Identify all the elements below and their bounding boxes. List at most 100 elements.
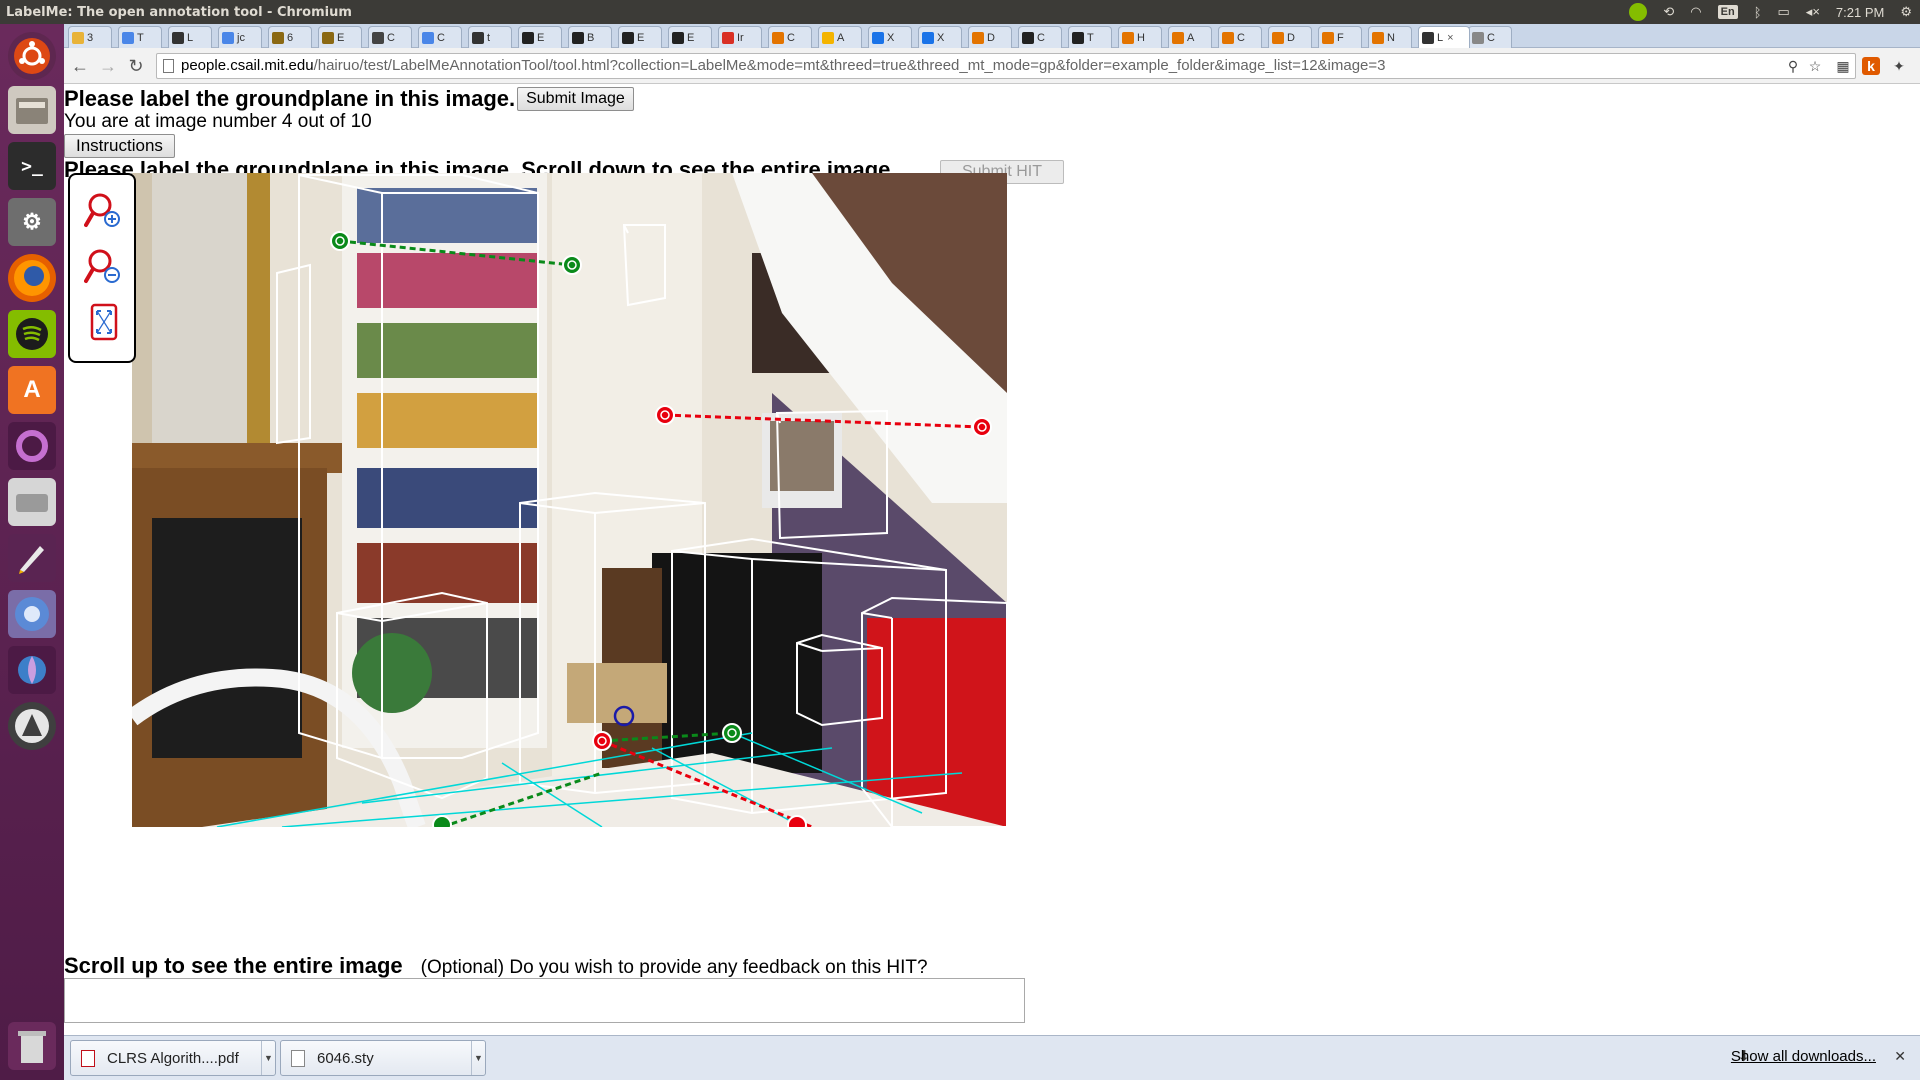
wifi-indicator-icon[interactable]: ◠ — [1690, 4, 1701, 20]
fit-to-screen-icon[interactable] — [84, 301, 124, 345]
software-center-icon[interactable]: A — [8, 366, 56, 414]
keyboard-language-indicator[interactable]: En — [1717, 5, 1738, 19]
shotwell-icon[interactable] — [8, 646, 56, 694]
control-point-green-4[interactable] — [432, 815, 452, 827]
tab-label: C — [787, 31, 795, 44]
extension-feed-icon[interactable]: ✦ — [1890, 57, 1908, 75]
spotify-icon[interactable] — [8, 310, 56, 358]
browser-tab[interactable]: C — [418, 26, 462, 48]
browser-toolbar: ← → ↻ people.csail.mit.edu/hairuo/test/L… — [64, 48, 1920, 84]
extension-puzzle-icon[interactable]: ▦ — [1834, 57, 1852, 75]
browser-tab[interactable]: D — [1268, 26, 1312, 48]
submit-image-button[interactable]: Submit Image — [517, 87, 634, 111]
browser-tab[interactable]: jc — [218, 26, 262, 48]
control-point-green-1[interactable] — [330, 231, 350, 251]
zoom-in-icon[interactable] — [84, 189, 124, 233]
tab-label: C — [437, 31, 445, 44]
download-item-sty[interactable]: 6046.sty ▼ — [280, 1040, 486, 1076]
battery-indicator-icon[interactable]: ▭ — [1778, 4, 1790, 20]
browser-tab[interactable]: t — [468, 26, 512, 48]
tab-label: t — [487, 31, 491, 44]
tab-favicon-icon — [122, 31, 134, 44]
browser-tab[interactable]: E — [318, 26, 362, 48]
tab-favicon-icon — [1222, 31, 1234, 44]
settings-gear-icon[interactable]: ⚙ — [1900, 4, 1912, 20]
ubuntu-dash-icon[interactable] — [8, 32, 56, 80]
control-point-green-2[interactable] — [562, 255, 582, 275]
clock[interactable]: 7:21 PM — [1836, 5, 1884, 20]
browser-tab[interactable]: B — [568, 26, 612, 48]
volume-indicator-icon[interactable]: ◂× — [1806, 4, 1820, 20]
control-point-red-2[interactable] — [972, 417, 992, 437]
bluetooth-indicator-icon[interactable]: ᛒ — [1754, 5, 1762, 20]
system-settings-icon[interactable]: ⚙ — [8, 198, 56, 246]
browser-tab[interactable]: 6 — [268, 26, 312, 48]
tab-label: E — [687, 31, 695, 44]
browser-tab[interactable]: T — [1068, 26, 1112, 48]
browser-tab[interactable]: L — [168, 26, 212, 48]
control-point-red-1[interactable] — [655, 405, 675, 425]
browser-tab[interactable]: N — [1368, 26, 1412, 48]
terminal-icon[interactable]: >_ — [8, 142, 56, 190]
browser-tab[interactable]: C — [368, 26, 412, 48]
annotated-photo[interactable] — [132, 173, 1007, 827]
browser-tab[interactable]: D — [968, 26, 1012, 48]
download-menu-chevron-icon[interactable]: ▼ — [261, 1041, 275, 1075]
browser-tab[interactable]: L × — [1418, 26, 1470, 48]
disk-drive-icon[interactable] — [8, 478, 56, 526]
extension-k-icon[interactable]: k — [1862, 57, 1880, 75]
tab-close-icon[interactable]: × — [1447, 32, 1453, 44]
tab-favicon-icon — [1122, 31, 1134, 44]
browser-tab[interactable]: F — [1318, 26, 1362, 48]
browser-tab[interactable]: E — [518, 26, 562, 48]
files-icon[interactable] — [8, 86, 56, 134]
browser-tab[interactable]: Ir — [718, 26, 762, 48]
browser-tab[interactable]: T — [118, 26, 162, 48]
forward-button[interactable]: → — [96, 54, 120, 78]
download-menu-chevron-icon[interactable]: ▼ — [471, 1041, 485, 1075]
browser-tab[interactable]: X — [918, 26, 962, 48]
spotify-indicator-icon[interactable] — [1629, 3, 1648, 21]
tab-label: 6 — [287, 31, 294, 44]
zoom-out-icon[interactable] — [84, 245, 124, 289]
browser-tab[interactable]: A — [1168, 26, 1212, 48]
browser-tab[interactable]: 3 — [68, 26, 112, 48]
zoom-search-icon[interactable]: ⚲ — [1784, 57, 1802, 75]
download-item-pdf[interactable]: CLRS Algorith....pdf ▼ — [70, 1040, 276, 1076]
instructions-button[interactable]: Instructions — [64, 134, 175, 158]
browser-tab[interactable]: C — [1018, 26, 1062, 48]
firefox-icon[interactable] — [8, 254, 56, 302]
browser-tab[interactable]: C — [1468, 26, 1512, 48]
chromium-icon[interactable] — [8, 590, 56, 638]
feedback-textarea[interactable] — [64, 978, 1025, 1023]
bookmark-star-icon[interactable]: ☆ — [1806, 57, 1824, 75]
pdf-file-icon — [81, 1049, 95, 1067]
browser-tab[interactable]: A — [818, 26, 862, 48]
browser-tab[interactable]: C — [768, 26, 812, 48]
reload-button[interactable]: ↻ — [124, 54, 148, 78]
back-button[interactable]: ← — [68, 54, 92, 78]
tab-label: E — [637, 31, 645, 44]
annotation-canvas[interactable] — [132, 173, 1007, 827]
unity-launcher: >_ ⚙ A — [0, 24, 64, 1080]
browser-tab[interactable]: C — [1218, 26, 1262, 48]
control-point-red-4[interactable] — [787, 815, 807, 827]
sync-indicator-icon[interactable]: ⟲ — [1663, 4, 1674, 20]
text-editor-icon[interactable] — [8, 534, 56, 582]
unity-app-icon[interactable] — [8, 422, 56, 470]
browser-tab[interactable]: X — [868, 26, 912, 48]
browser-tab[interactable]: E — [618, 26, 662, 48]
control-point-green-3[interactable] — [722, 723, 742, 743]
trash-icon[interactable] — [8, 1022, 56, 1070]
page-info-icon[interactable] — [163, 59, 174, 73]
browser-tab[interactable]: E — [668, 26, 712, 48]
control-point-red-3[interactable] — [592, 731, 612, 751]
address-bar[interactable]: people.csail.mit.edu/hairuo/test/LabelMe… — [156, 53, 1856, 79]
tab-label: L — [187, 31, 194, 44]
image-counter: You are at image number 4 out of 10 — [64, 111, 372, 132]
close-icon[interactable]: ✕ — [1894, 1048, 1906, 1065]
fireplace-opening — [152, 518, 302, 758]
browser-tab[interactable]: H — [1118, 26, 1162, 48]
show-all-downloads-link[interactable]: Show all downloads... — [1731, 1048, 1876, 1065]
software-updater-icon[interactable] — [8, 702, 56, 750]
